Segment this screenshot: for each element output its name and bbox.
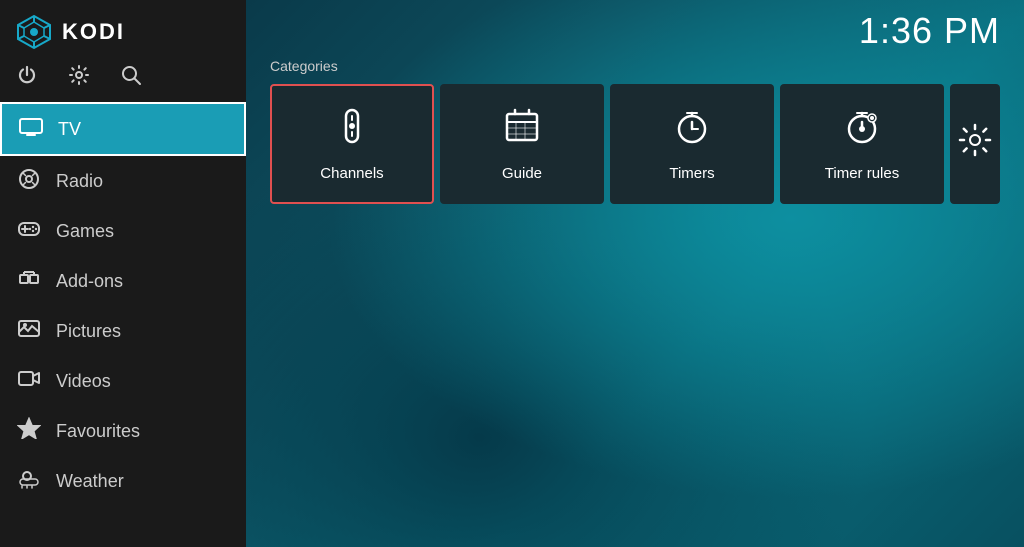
timers-label: Timers [669,165,714,182]
sidebar-item-tv[interactable]: TV [0,102,246,156]
sidebar-header: KODI [0,0,246,60]
main-content: 1:36 PM Categories Channels [246,0,1024,547]
sidebar: KODI [0,0,246,547]
sidebar-toolbar [0,60,246,102]
sidebar-item-radio[interactable]: Radio [0,156,246,206]
settings-button[interactable] [68,64,90,92]
guide-label: Guide [502,165,542,182]
category-card-guide[interactable]: Guide [440,84,604,204]
settings-partial-icon [955,120,995,169]
search-button[interactable] [120,64,142,92]
remote-icon [332,106,372,155]
sidebar-item-videos[interactable]: Videos [0,356,246,406]
sidebar-item-games-label: Games [56,221,114,242]
sidebar-item-tv-label: TV [58,119,81,140]
search-icon [120,64,142,86]
sidebar-nav: TV Radio [0,102,246,547]
sidebar-item-favourites[interactable]: Favourites [0,406,246,456]
sidebar-item-pictures[interactable]: Pictures [0,306,246,356]
clock-display: 1:36 PM [859,10,1000,52]
gear-icon [68,64,90,86]
categories-label: Categories [246,52,1024,84]
radio-icon [16,167,42,195]
sidebar-item-pictures-label: Pictures [56,321,121,342]
sidebar-item-favourites-label: Favourites [56,421,140,442]
channels-label: Channels [320,165,383,182]
category-card-channels[interactable]: Channels [270,84,434,204]
categories-grid: Channels Guide [246,84,1024,204]
guide-icon [502,106,542,155]
sidebar-item-addons[interactable]: Add-ons [0,256,246,306]
main-header: 1:36 PM [246,0,1024,52]
category-card-settings[interactable] [950,84,1000,204]
app-title: KODI [62,19,125,45]
tv-icon [18,115,44,143]
games-icon [16,217,42,245]
category-card-timers[interactable]: Timers [610,84,774,204]
pictures-icon [16,317,42,345]
weather-icon [16,467,42,495]
addons-icon [16,267,42,295]
sidebar-item-weather[interactable]: Weather [0,456,246,506]
power-icon [16,64,38,86]
stopwatch-icon [672,106,712,155]
timer-rules-icon [842,106,882,155]
power-button[interactable] [16,64,38,92]
sidebar-item-games[interactable]: Games [0,206,246,256]
sidebar-item-radio-label: Radio [56,171,103,192]
sidebar-item-weather-label: Weather [56,471,124,492]
videos-icon [16,367,42,395]
kodi-logo-icon [16,14,52,50]
category-card-timer-rules[interactable]: Timer rules [780,84,944,204]
sidebar-item-videos-label: Videos [56,371,111,392]
timer-rules-label: Timer rules [825,165,899,182]
sidebar-item-addons-label: Add-ons [56,271,123,292]
star-icon [16,417,42,445]
